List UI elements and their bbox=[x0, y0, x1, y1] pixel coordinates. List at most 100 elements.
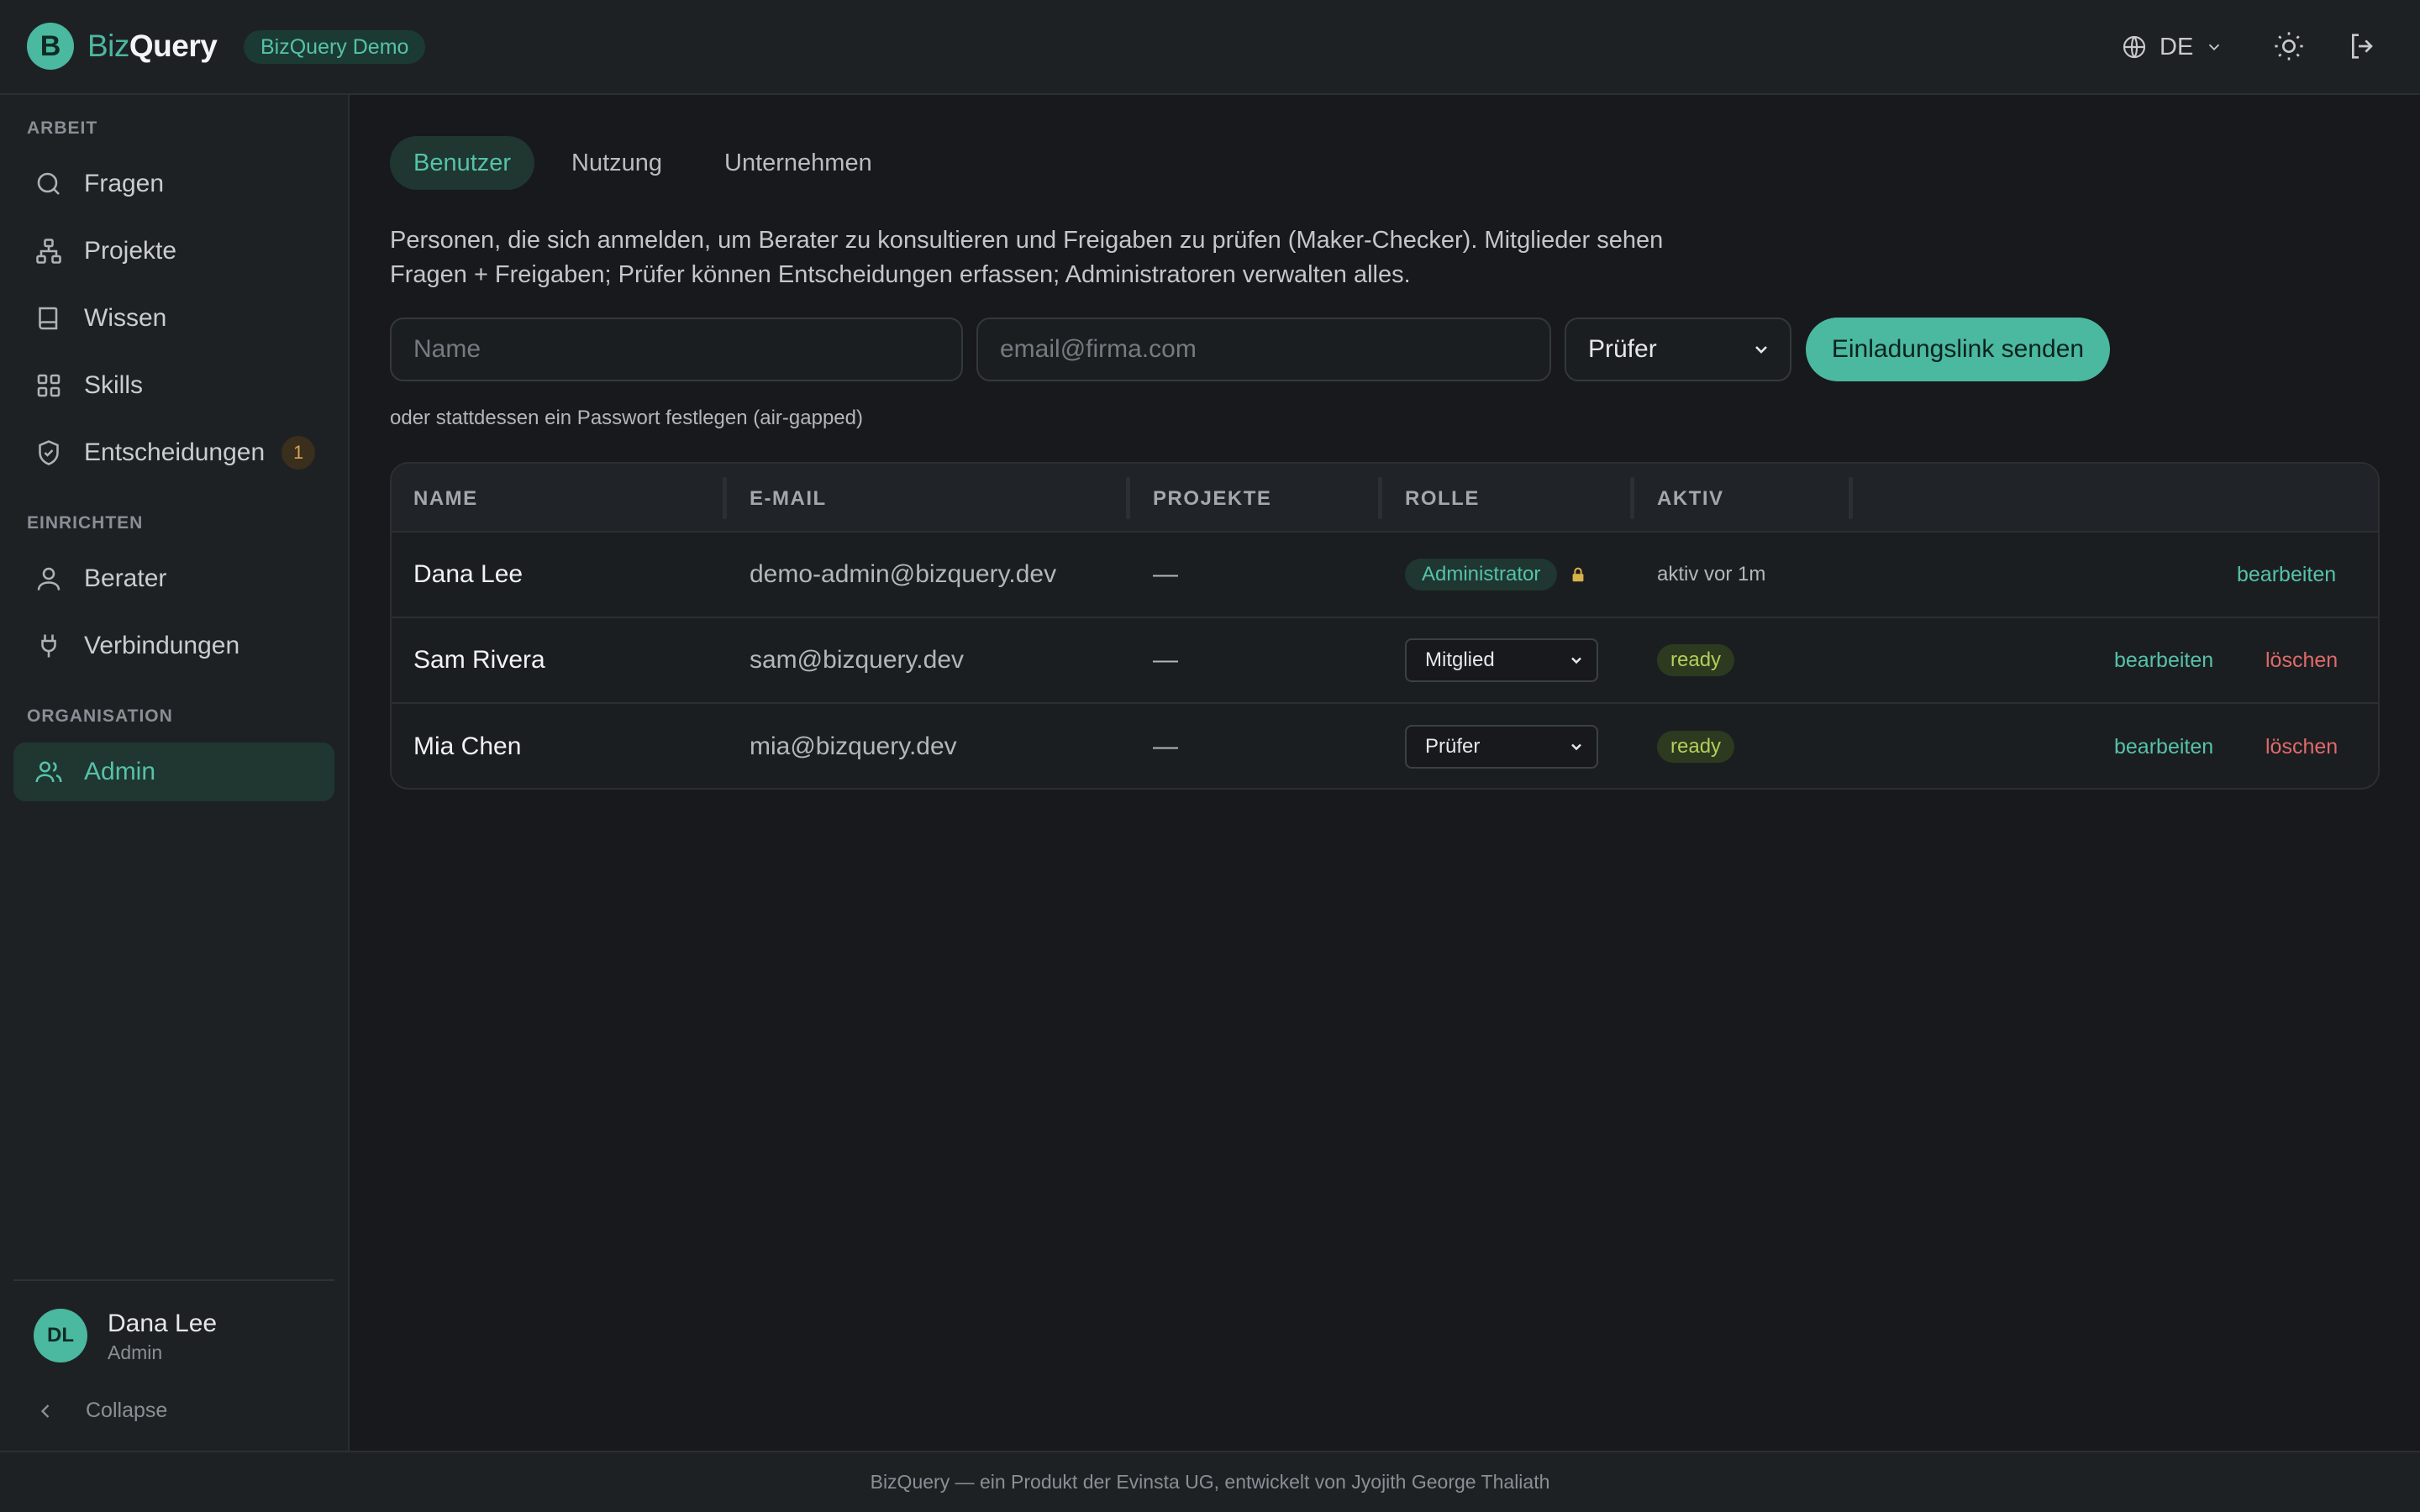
sidebar-item-label: Fragen bbox=[84, 170, 165, 197]
top-header: B BizQuery BizQuery Demo DE bbox=[0, 0, 2420, 95]
collapse-label: Collapse bbox=[86, 1399, 168, 1422]
user-email-cell: mia@bizquery.dev bbox=[750, 732, 957, 760]
delete-user-link[interactable]: löschen bbox=[2265, 618, 2338, 702]
column-header-aktiv: AKTIV bbox=[1657, 487, 1724, 510]
language-switcher[interactable]: DE bbox=[2121, 29, 2223, 66]
role-select-value: Prüfer bbox=[1588, 335, 1657, 363]
user-projects-cell: — bbox=[1153, 560, 1178, 588]
user-role-cell: Administrator bbox=[1405, 533, 1587, 617]
edit-user-link[interactable]: bearbeiten bbox=[2237, 533, 2336, 617]
user-active-cell: ready bbox=[1657, 618, 1735, 702]
edit-user-link[interactable]: bearbeiten bbox=[2114, 618, 2213, 702]
language-label: DE bbox=[2160, 33, 2194, 60]
sidebar-item-entscheidungen[interactable]: Entscheidungen 1 bbox=[13, 423, 334, 482]
user-name-cell: Mia Chen bbox=[413, 732, 522, 760]
table-row: Dana Lee demo-admin@bizquery.dev — Admin… bbox=[392, 533, 2378, 618]
role-select-value: Mitglied bbox=[1425, 648, 1495, 671]
users-table: NAME E-MAIL PROJEKTE ROLLE AKTIV Dana Le… bbox=[390, 462, 2380, 790]
sidebar-item-label: Berater bbox=[84, 564, 167, 592]
collapse-button[interactable]: Collapse bbox=[34, 1399, 167, 1423]
hierarchy-icon bbox=[36, 239, 61, 264]
column-header-name: NAME bbox=[413, 487, 478, 510]
tab-benutzer[interactable]: Benutzer bbox=[390, 136, 535, 190]
role-select-value: Prüfer bbox=[1425, 735, 1481, 758]
status-badge: ready bbox=[1657, 731, 1735, 763]
lock-icon bbox=[1572, 567, 1584, 582]
sidebar-item-label: Entscheidungen bbox=[84, 438, 266, 466]
avatar[interactable]: DL bbox=[34, 1309, 87, 1362]
users-icon bbox=[35, 761, 62, 783]
user-email-cell: demo-admin@bizquery.dev bbox=[750, 560, 1057, 588]
user-active-cell: ready bbox=[1657, 704, 1735, 788]
name-input[interactable]: Name bbox=[390, 318, 963, 381]
sidebar-item-berater[interactable]: Berater bbox=[13, 549, 334, 608]
search-icon bbox=[37, 172, 60, 195]
chevron-left-icon bbox=[40, 1404, 50, 1418]
user-name-cell: Sam Rivera bbox=[413, 646, 545, 674]
logout-icon[interactable] bbox=[2346, 29, 2380, 63]
delete-user-link[interactable]: löschen bbox=[2265, 704, 2338, 788]
column-resizer[interactable] bbox=[1378, 477, 1382, 519]
table-header: NAME E-MAIL PROJEKTE ROLLE AKTIV bbox=[392, 464, 2378, 533]
chevron-down-icon bbox=[1571, 657, 1581, 664]
user-projects-cell: — bbox=[1153, 732, 1178, 760]
chevron-down-icon bbox=[1571, 743, 1581, 751]
person-icon bbox=[37, 567, 60, 591]
globe-icon bbox=[2123, 35, 2146, 59]
page-footer: BizQuery — ein Produkt der Evinsta UG, e… bbox=[0, 1451, 2420, 1512]
logo-mark: B bbox=[27, 23, 74, 70]
column-header-rolle: ROLLE bbox=[1405, 487, 1480, 510]
last-active-text: aktiv vor 1m bbox=[1657, 563, 1766, 585]
chevron-down-icon bbox=[1755, 346, 1767, 354]
sidebar: ARBEIT Fragen Projekte Wissen Skills Ent… bbox=[0, 95, 350, 1451]
sidebar-item-label: Admin bbox=[84, 758, 156, 785]
tab-nutzung[interactable]: Nutzung bbox=[548, 136, 686, 190]
pending-count-badge: 1 bbox=[281, 436, 316, 470]
sidebar-item-label: Wissen bbox=[84, 304, 167, 332]
user-name: Dana Lee bbox=[108, 1310, 218, 1337]
sidebar-item-wissen[interactable]: Wissen bbox=[13, 289, 334, 348]
tab-unternehmen[interactable]: Unternehmen bbox=[701, 136, 896, 190]
book-icon bbox=[39, 307, 58, 330]
send-invite-button[interactable]: Einladungslink senden bbox=[1806, 318, 2110, 381]
column-resizer[interactable] bbox=[1126, 477, 1130, 519]
sidebar-item-label: Projekte bbox=[84, 237, 177, 265]
user-name-cell: Dana Lee bbox=[413, 560, 523, 588]
user-active-cell: aktiv vor 1m bbox=[1657, 533, 1765, 617]
status-badge: ready bbox=[1657, 644, 1735, 676]
shield-check-icon bbox=[39, 440, 59, 465]
user-role-cell: Mitglied bbox=[1405, 618, 1598, 702]
column-header-projekte: PROJEKTE bbox=[1153, 487, 1272, 510]
column-resizer[interactable] bbox=[1849, 477, 1853, 519]
sidebar-item-label: Verbindungen bbox=[84, 632, 240, 659]
section-label-arbeit: ARBEIT bbox=[27, 118, 98, 138]
user-email-cell: sam@bizquery.dev bbox=[750, 646, 964, 674]
user-role: Admin bbox=[108, 1341, 163, 1363]
table-row: Sam Rivera sam@bizquery.dev — Mitglied r… bbox=[392, 618, 2378, 704]
sidebar-item-fragen[interactable]: Fragen bbox=[13, 155, 334, 213]
sidebar-item-admin[interactable]: Admin bbox=[13, 743, 334, 801]
demo-badge: BizQuery Demo bbox=[244, 30, 426, 64]
sidebar-item-label: Skills bbox=[84, 371, 144, 399]
chevron-down-icon bbox=[2209, 44, 2220, 51]
email-input[interactable]: email@firma.com bbox=[976, 318, 1551, 381]
sidebar-item-verbindungen[interactable]: Verbindungen bbox=[13, 617, 334, 675]
role-badge: Administrator bbox=[1405, 559, 1558, 591]
role-select[interactable]: Prüfer bbox=[1565, 318, 1791, 381]
table-row: Mia Chen mia@bizquery.dev — Prüfer ready… bbox=[392, 704, 2378, 788]
edit-user-link[interactable]: bearbeiten bbox=[2114, 704, 2213, 788]
plug-icon bbox=[41, 634, 56, 658]
sun-icon[interactable] bbox=[2272, 29, 2306, 63]
footer-text: BizQuery — ein Produkt der Evinsta UG, e… bbox=[870, 1471, 1550, 1493]
column-resizer[interactable] bbox=[723, 477, 727, 519]
user-role-select[interactable]: Mitglied bbox=[1405, 638, 1598, 682]
section-label-organisation: ORGANISATION bbox=[27, 706, 173, 726]
user-role-select[interactable]: Prüfer bbox=[1405, 725, 1598, 769]
logo-text: BizQuery bbox=[87, 29, 218, 63]
grid-icon bbox=[37, 374, 60, 397]
set-password-link[interactable]: oder stattdessen ein Passwort festlegen … bbox=[390, 407, 863, 430]
sidebar-divider bbox=[13, 1279, 334, 1281]
sidebar-item-projekte[interactable]: Projekte bbox=[13, 222, 334, 281]
sidebar-item-skills[interactable]: Skills bbox=[13, 356, 334, 415]
column-resizer[interactable] bbox=[1630, 477, 1634, 519]
